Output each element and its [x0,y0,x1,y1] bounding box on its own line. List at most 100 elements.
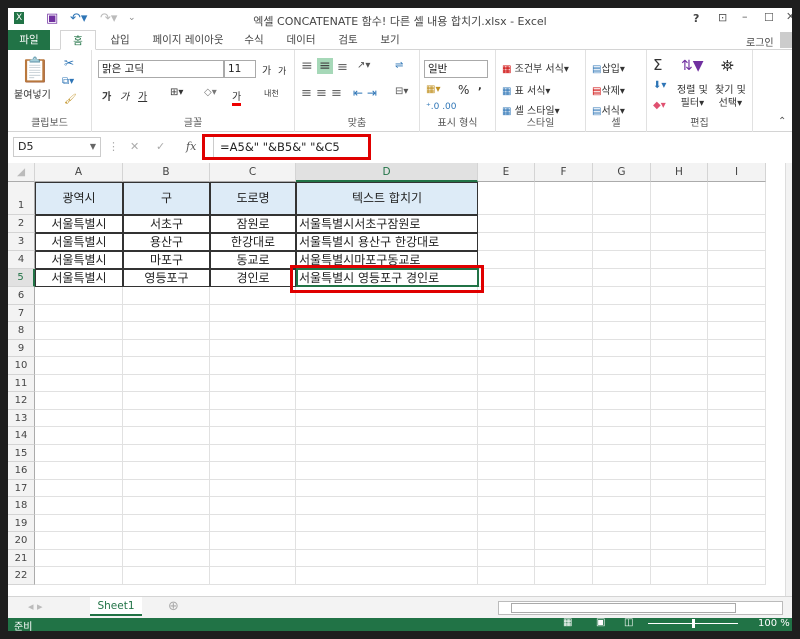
cell-A2[interactable]: 서울특별시 [35,215,123,233]
cell-A1[interactable]: 광역시 [35,182,123,215]
tab-formulas[interactable]: 수식 [234,30,274,50]
page-layout-view-icon[interactable]: ▣ [596,617,605,628]
cell-C6[interactable] [210,287,296,305]
comma-button[interactable]: , [478,81,482,92]
cell-I22[interactable] [708,567,766,585]
cell-G12[interactable] [593,392,651,410]
row-header-6[interactable]: 6 [8,287,35,305]
cell-E9[interactable] [478,339,535,357]
cell-E21[interactable] [478,549,535,567]
cell-E19[interactable] [478,514,535,532]
autosum-button[interactable]: Σ [653,56,662,74]
cell-C13[interactable] [210,409,296,427]
cell-A13[interactable] [35,409,123,427]
cell-A9[interactable] [35,339,123,357]
cell-F16[interactable] [535,462,593,480]
vertical-scrollbar[interactable] [785,163,792,596]
cell-H17[interactable] [651,479,708,497]
font-size-select[interactable]: 11 [224,60,256,78]
cell-H7[interactable] [651,304,708,322]
cell-E17[interactable] [478,479,535,497]
cell-B14[interactable] [123,427,210,445]
cell-I16[interactable] [708,462,766,480]
cell-H12[interactable] [651,392,708,410]
cell-I9[interactable] [708,339,766,357]
cell-F17[interactable] [535,479,593,497]
cell-E4[interactable] [478,251,535,269]
cell-E8[interactable] [478,322,535,340]
sheet-nav-arrows[interactable]: ◂ ▸ [28,600,43,613]
cell-F11[interactable] [535,374,593,392]
cut-icon[interactable]: ✂ [64,56,74,70]
cell-B22[interactable] [123,567,210,585]
fill-color-icon[interactable]: ◇▾ [204,87,217,98]
cell-I5[interactable] [708,269,766,287]
cell-B13[interactable] [123,409,210,427]
column-header-B[interactable]: B [123,163,210,182]
grow-font-button[interactable]: 가 [262,62,271,77]
column-header-C[interactable]: C [210,163,296,182]
cell-F4[interactable] [535,251,593,269]
cell-D11[interactable] [296,374,478,392]
cell-C4[interactable]: 동교로 [210,251,296,269]
cell-E7[interactable] [478,304,535,322]
cell-G4[interactable] [593,251,651,269]
cell-A19[interactable] [35,514,123,532]
cell-E18[interactable] [478,497,535,515]
row-header-11[interactable]: 11 [8,374,35,392]
cell-E14[interactable] [478,427,535,445]
cell-E16[interactable] [478,462,535,480]
row-header-16[interactable]: 16 [8,462,35,480]
cell-I12[interactable] [708,392,766,410]
cell-D19[interactable] [296,514,478,532]
cell-C1[interactable]: 도로명 [210,182,296,215]
cell-A5[interactable]: 서울특별시 [35,269,123,287]
cell-D12[interactable] [296,392,478,410]
cell-C15[interactable] [210,444,296,462]
row-header-15[interactable]: 15 [8,444,35,462]
cell-H18[interactable] [651,497,708,515]
format-table-button[interactable]: ▦ 표 서식▾ [502,82,550,97]
cell-F6[interactable] [535,287,593,305]
cell-H14[interactable] [651,427,708,445]
format-painter-icon[interactable]: 🖌 [64,94,77,105]
cell-C17[interactable] [210,479,296,497]
tab-view[interactable]: 보기 [370,30,410,50]
insert-function-button[interactable]: fx [186,140,196,153]
indent-icon[interactable]: ⇤ ⇥ [353,86,377,100]
cell-B12[interactable] [123,392,210,410]
cell-E13[interactable] [478,409,535,427]
percent-button[interactable]: % [458,83,469,97]
collapse-ribbon-icon[interactable]: ⌃ [778,116,786,127]
cell-A18[interactable] [35,497,123,515]
cell-I18[interactable] [708,497,766,515]
cell-D10[interactable] [296,357,478,375]
cell-A11[interactable] [35,374,123,392]
cell-I10[interactable] [708,357,766,375]
shrink-font-button[interactable]: 가 [278,64,286,77]
cell-G21[interactable] [593,549,651,567]
cell-B6[interactable] [123,287,210,305]
cell-I8[interactable] [708,322,766,340]
cell-H9[interactable] [651,339,708,357]
underline-button[interactable]: 가 [138,88,147,103]
cell-G19[interactable] [593,514,651,532]
cell-G18[interactable] [593,497,651,515]
cell-D20[interactable] [296,532,478,550]
binoculars-icon[interactable]: ⛯ [721,56,734,76]
cell-I20[interactable] [708,532,766,550]
cell-D18[interactable] [296,497,478,515]
cell-I14[interactable] [708,427,766,445]
cell-E22[interactable] [478,567,535,585]
cell-H8[interactable] [651,322,708,340]
cell-B4[interactable]: 마포구 [123,251,210,269]
cell-E10[interactable] [478,357,535,375]
column-header-I[interactable]: I [708,163,766,182]
row-header-17[interactable]: 17 [8,479,35,497]
cell-A12[interactable] [35,392,123,410]
zoom-slider[interactable] [648,619,738,628]
cell-C9[interactable] [210,339,296,357]
row-header-12[interactable]: 12 [8,392,35,410]
row-header-22[interactable]: 22 [8,567,35,585]
cell-E20[interactable] [478,532,535,550]
